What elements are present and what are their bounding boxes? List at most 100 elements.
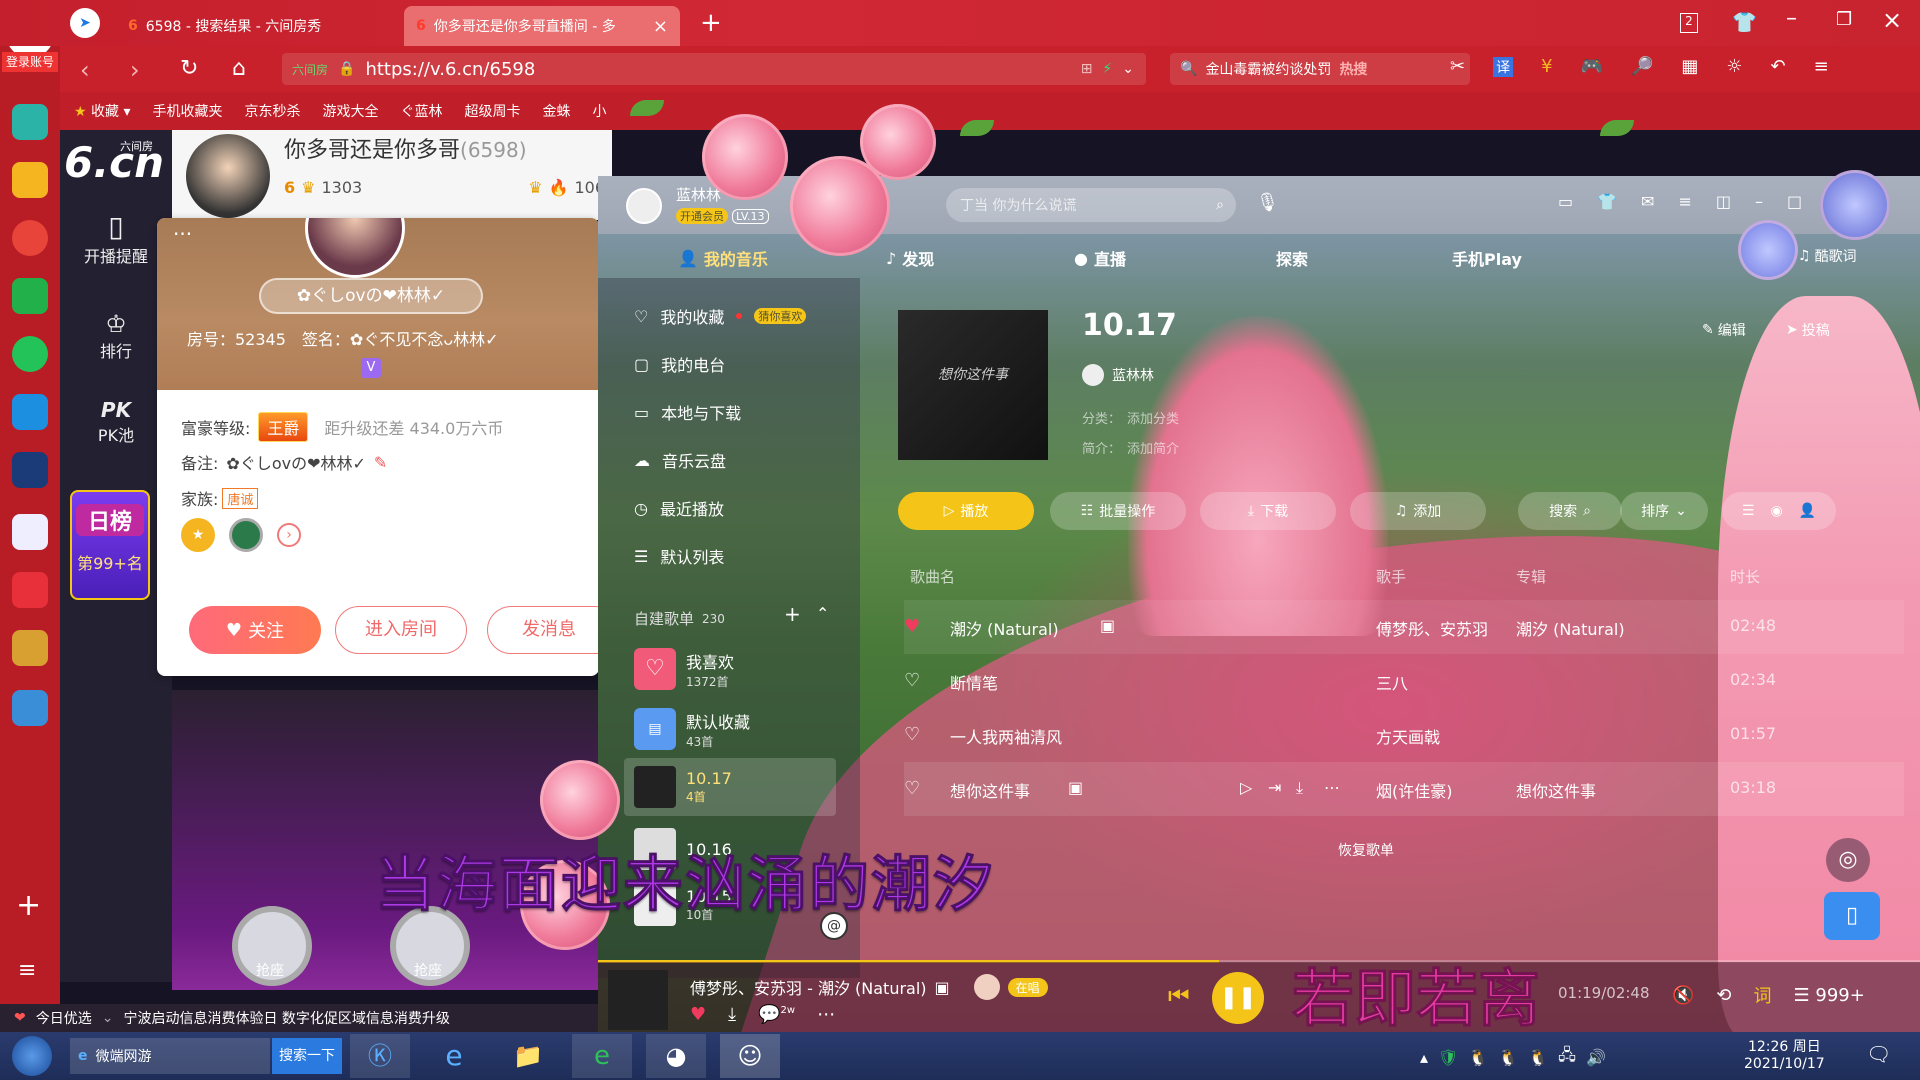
singer-avatar[interactable] xyxy=(973,974,1000,1000)
mute-icon[interactable]: 🔇 xyxy=(1672,985,1694,1006)
chevron-right-icon[interactable]: › xyxy=(277,523,301,547)
nav-default-list[interactable]: ☰ 默认列表 xyxy=(634,544,724,568)
tab-explore[interactable]: 探索 xyxy=(1276,246,1308,270)
playlist-item-selected[interactable]: 10.17 4首 xyxy=(624,758,836,816)
hamburger-icon[interactable]: ≡ xyxy=(1814,56,1829,77)
chevron-down-icon[interactable]: ⌄ xyxy=(1122,61,1146,77)
previous-icon[interactable]: ⏮ xyxy=(1168,982,1190,1010)
play-all-button[interactable]: ▷ 播放 xyxy=(898,492,1034,530)
new-tab-icon[interactable]: + xyxy=(700,8,722,38)
enter-room-button[interactable]: 进入房间 xyxy=(335,606,467,654)
address-field[interactable]: 六间房 🔒 https://v.6.cn/6598 ⊞ ⚡ ⌄ xyxy=(282,53,1146,85)
chrome-taskbar-icon[interactable]: ◕ xyxy=(646,1034,706,1078)
nav-ranking[interactable]: ♔ 排行 xyxy=(60,310,172,362)
live-badge[interactable]: 在唱 xyxy=(1007,977,1048,997)
folder-taskbar-icon[interactable]: 📁 xyxy=(498,1034,558,1078)
menu-icon[interactable]: ≡ xyxy=(1678,192,1691,211)
start-button[interactable] xyxy=(12,1036,52,1076)
owner-avatar[interactable] xyxy=(1082,364,1104,386)
weibo-icon[interactable] xyxy=(12,220,48,256)
bookmark-lanlin[interactable]: ぐ蓝林 xyxy=(401,101,443,121)
playlist-item[interactable]: ♡ 我喜欢 1372首 xyxy=(634,648,734,690)
bookmark-weekcard[interactable]: 超级周卡 xyxy=(465,101,521,121)
bookmark-games[interactable]: 游戏大全 xyxy=(323,101,379,121)
collapse-icon[interactable]: ⌃ xyxy=(816,604,829,623)
mini-icon[interactable]: ◫ xyxy=(1716,192,1731,211)
song-row-hover[interactable]: ♡ 想你这件事 ▣ ▷ ⇥ ⤓ ⋯ 烟(许佳豪) 想你这件事 03:18 xyxy=(904,762,1904,816)
forward-icon[interactable]: › xyxy=(130,56,140,84)
comment-icon[interactable]: 💬2w xyxy=(758,1004,795,1025)
bookmark-mobile[interactable]: 手机收藏夹 xyxy=(153,101,223,121)
user-avatar[interactable] xyxy=(626,188,662,224)
song-artist[interactable]: 烟(许佳豪) xyxy=(1376,778,1453,802)
translate-icon[interactable]: 译 xyxy=(1493,56,1514,77)
news-headline[interactable]: 宁波启动信息消费体验日 数字化促区域信息消费升级 xyxy=(123,1008,449,1028)
category-value[interactable]: 添加分类 xyxy=(1127,408,1179,427)
tab-live-room[interactable]: 6 你多哥还是你多哥直播间 - 多 × xyxy=(404,6,680,46)
lyric-lock-icon[interactable]: @ xyxy=(820,912,848,940)
login-button[interactable]: 登录账号 xyxy=(2,52,58,72)
playlist-item[interactable]: ▤ 默认收藏 43首 xyxy=(634,708,750,750)
more-icon[interactable]: ··· xyxy=(173,222,192,246)
desktop-lyric-line-1[interactable]: 当海面迎来汹涌的潮汐 xyxy=(375,836,995,923)
bolt-icon[interactable]: ⚡ xyxy=(1102,61,1112,77)
skin-icon[interactable]: 👕 xyxy=(1732,10,1757,34)
favorite-app-icon[interactable] xyxy=(12,162,48,198)
tray-expand-icon[interactable]: ▴ xyxy=(1420,1048,1428,1067)
now-playing-title[interactable]: 傅梦彤、安苏羽 - 潮汐 (Natural) xyxy=(690,975,927,999)
menu-icon[interactable]: ≡ xyxy=(18,958,36,983)
restore-icon[interactable]: ❐ xyxy=(1836,9,1852,30)
song-album[interactable]: 想你这件事 xyxy=(1516,778,1596,802)
close-window-icon[interactable]: × xyxy=(1882,6,1902,34)
apps-icon[interactable]: ▦ xyxy=(1681,56,1698,77)
album-cover[interactable]: 想你这件事 xyxy=(898,310,1048,460)
minimize-icon[interactable]: – xyxy=(1755,192,1763,211)
minimize-icon[interactable]: – xyxy=(1786,6,1797,31)
mv-icon[interactable]: ▣ xyxy=(1068,778,1083,797)
liked-heart-icon[interactable]: ♥ xyxy=(690,1004,706,1025)
music-search-input[interactable]: 丁当 你为什么说谎 ⌕ xyxy=(946,188,1236,222)
more-icon[interactable]: ⋯ xyxy=(1324,778,1340,797)
notification-icon[interactable]: 🗨 xyxy=(1866,1042,1891,1066)
skin-icon[interactable]: 👕 xyxy=(1597,192,1617,211)
desktop-lyrics-button[interactable]: 词 xyxy=(1754,982,1772,1008)
disc-view-icon[interactable]: ◉ xyxy=(1770,503,1782,519)
user-view-icon[interactable]: 👤 xyxy=(1799,503,1816,519)
home-icon[interactable]: ⌂ xyxy=(232,56,246,81)
bookmark-jd[interactable]: 京东秒杀 xyxy=(245,101,301,121)
pause-button[interactable]: ❚❚ xyxy=(1212,972,1264,1024)
medal-green-icon[interactable] xyxy=(229,518,263,552)
refresh-icon[interactable]: ↻ xyxy=(180,56,198,81)
daily-rank-badge[interactable]: 日榜 第99+名 xyxy=(70,490,150,600)
mail-icon[interactable]: ✉ xyxy=(1641,192,1654,211)
nav-pk[interactable]: PK PK池 xyxy=(60,398,172,446)
guess-badge[interactable]: 猜你喜欢 xyxy=(754,308,807,324)
clock[interactable]: 12:26 周日 2021/10/17 xyxy=(1744,1036,1825,1072)
heart-outline-icon[interactable]: ♡ xyxy=(904,778,920,799)
song-artist[interactable]: 傅梦彤、安苏羽 xyxy=(1376,616,1488,640)
edit-button[interactable]: ✎ 编辑 xyxy=(1702,320,1746,340)
bookmark-jinzhu[interactable]: 金蛛 xyxy=(543,101,571,121)
mahjong-app-icon[interactable] xyxy=(12,630,48,666)
restore-playlist-link[interactable]: 恢复歌单 xyxy=(1338,840,1394,860)
mail-icon[interactable] xyxy=(12,278,48,314)
song-artist[interactable]: 三八 xyxy=(1376,670,1408,694)
edit-icon[interactable]: ✎ xyxy=(374,453,387,472)
mic-icon[interactable]: 🎙 xyxy=(1256,192,1279,213)
maximize-icon[interactable]: □ xyxy=(1787,192,1802,211)
gamepad-icon[interactable]: 🎮 xyxy=(1581,56,1603,77)
more-icon[interactable]: ⋯ xyxy=(817,1004,835,1025)
qq-icon[interactable]: 🐧 xyxy=(1468,1048,1488,1067)
close-tab-icon[interactable]: × xyxy=(653,16,668,37)
game-app-icon[interactable] xyxy=(12,452,48,488)
redbook-app-icon[interactable] xyxy=(12,572,48,608)
shield-icon[interactable]: 🛡 xyxy=(1438,1048,1458,1067)
queue-button[interactable]: ☰ 999+ xyxy=(1794,985,1865,1006)
download-icon[interactable]: ⤓ xyxy=(1296,778,1303,798)
nav-my-radio[interactable]: ▢ 我的电台 xyxy=(634,352,725,376)
vip-badge[interactable]: 开通会员 xyxy=(676,208,728,224)
medal-icon[interactable]: ★ xyxy=(181,518,215,552)
navigate-icon[interactable]: ➤ xyxy=(70,8,100,38)
mobile-icon[interactable]: ▯ xyxy=(1824,892,1880,940)
nav-cloud-disk[interactable]: ☁ 音乐云盘 xyxy=(634,448,726,472)
